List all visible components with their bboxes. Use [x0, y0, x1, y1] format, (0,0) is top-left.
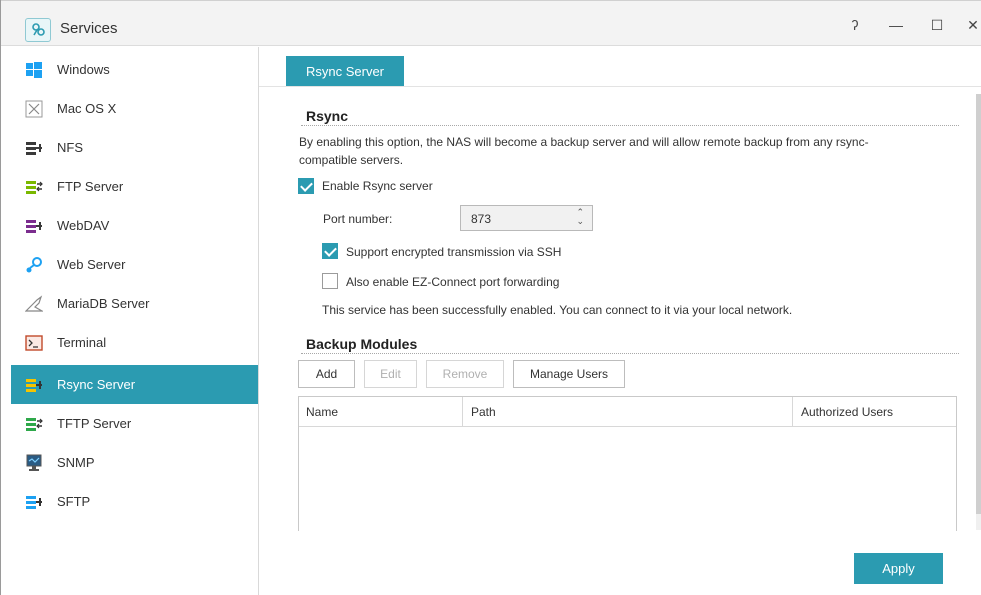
- sidebar: Windows Mac OS X NFS FTP Server WebDAV W…: [11, 47, 259, 595]
- backup-section-divider: [301, 353, 959, 354]
- column-header-path[interactable]: Path: [471, 405, 496, 419]
- sidebar-item-snmp[interactable]: SNMP: [11, 443, 258, 482]
- ssh-encryption-checkbox[interactable]: [322, 243, 338, 259]
- webdav-icon: [25, 217, 43, 235]
- mariadb-icon: [25, 295, 43, 313]
- sidebar-item-rsync-server[interactable]: Rsync Server: [11, 365, 258, 404]
- rsync-icon: [25, 376, 43, 394]
- rsync-description-line2: compatible servers.: [299, 153, 404, 167]
- remove-button[interactable]: Remove: [426, 360, 504, 388]
- column-separator: [792, 397, 793, 427]
- tftp-icon: [25, 415, 43, 433]
- table-header: Name Path Authorized Users: [299, 397, 956, 427]
- snmp-icon: [25, 454, 43, 472]
- sidebar-item-label: NFS: [57, 140, 83, 155]
- sidebar-item-nfs[interactable]: NFS: [11, 128, 258, 167]
- sidebar-item-sftp[interactable]: SFTP: [11, 482, 258, 521]
- sidebar-item-webdav[interactable]: WebDAV: [11, 206, 258, 245]
- sftp-icon: [25, 493, 43, 511]
- sidebar-item-terminal[interactable]: Terminal: [11, 323, 258, 362]
- tab-divider: [259, 86, 981, 87]
- web-server-icon: [25, 256, 43, 274]
- window-title: Services: [60, 20, 118, 37]
- tab-rsync-server[interactable]: Rsync Server: [286, 56, 404, 87]
- sidebar-item-ftp-server[interactable]: FTP Server: [11, 167, 258, 206]
- sidebar-item-mac-os-x[interactable]: Mac OS X: [11, 89, 258, 128]
- ez-connect-checkbox[interactable]: [322, 273, 338, 289]
- column-header-name[interactable]: Name: [306, 405, 338, 419]
- sidebar-item-label: Web Server: [57, 257, 126, 272]
- sidebar-item-web-server[interactable]: Web Server: [11, 245, 258, 284]
- rsync-description-line1: By enabling this option, the NAS will be…: [299, 135, 869, 149]
- sidebar-item-label: TFTP Server: [57, 416, 132, 431]
- sidebar-item-label: Mac OS X: [57, 101, 117, 116]
- mac-x-icon: [25, 100, 43, 118]
- sidebar-item-label: Rsync Server: [57, 377, 136, 392]
- nfs-icon: [25, 139, 43, 157]
- edit-button[interactable]: Edit: [364, 360, 417, 388]
- sidebar-item-label: Windows: [57, 62, 110, 77]
- port-number-label: Port number:: [323, 212, 393, 226]
- sidebar-item-windows[interactable]: Windows: [11, 50, 258, 89]
- services-app-icon: [25, 18, 51, 42]
- title-bar: Services ʔ — ☐ ✕: [1, 0, 981, 46]
- sidebar-item-label: Terminal: [57, 335, 107, 350]
- enable-rsync-checkbox[interactable]: [298, 178, 314, 194]
- scrollbar-thumb[interactable]: [976, 94, 981, 514]
- manage-users-button[interactable]: Manage Users: [513, 360, 625, 388]
- column-separator: [462, 397, 463, 427]
- port-number-value: 873: [471, 212, 492, 226]
- close-button[interactable]: ✕: [959, 12, 981, 38]
- sidebar-item-label: SNMP: [57, 455, 95, 470]
- sidebar-item-label: SFTP: [57, 494, 91, 509]
- ssh-encryption-label: Support encrypted transmission via SSH: [346, 245, 562, 259]
- sidebar-item-label: WebDAV: [57, 218, 110, 233]
- sidebar-item-mariadb-server[interactable]: MariaDB Server: [11, 284, 258, 323]
- apply-button[interactable]: Apply: [854, 553, 943, 584]
- enable-rsync-label: Enable Rsync server: [322, 179, 433, 193]
- backup-modules-table: Name Path Authorized Users: [298, 396, 957, 531]
- services-window: Services ʔ — ☐ ✕ Windows Mac OS X NFS FT…: [0, 0, 981, 595]
- help-button[interactable]: ʔ: [841, 12, 869, 38]
- maximize-button[interactable]: ☐: [923, 12, 951, 38]
- port-number-stepper[interactable]: 873 ⌃ ⌄: [460, 205, 593, 231]
- column-header-authorized-users[interactable]: Authorized Users: [801, 405, 893, 419]
- backup-modules-title: Backup Modules: [306, 336, 418, 352]
- rsync-section-title: Rsync: [306, 108, 349, 124]
- add-button[interactable]: Add: [298, 360, 355, 388]
- spin-arrows-icon[interactable]: ⌃ ⌄: [576, 208, 584, 226]
- terminal-icon: [25, 334, 43, 352]
- rsync-section-divider: [301, 125, 959, 126]
- minimize-button[interactable]: —: [882, 12, 910, 38]
- sidebar-item-label: FTP Server: [57, 179, 124, 194]
- sidebar-item-tftp-server[interactable]: TFTP Server: [11, 404, 258, 443]
- ftp-icon: [25, 178, 43, 196]
- windows-icon: [25, 61, 43, 79]
- ez-connect-label: Also enable EZ-Connect port forwarding: [346, 275, 560, 289]
- sidebar-item-label: MariaDB Server: [57, 296, 150, 311]
- service-status-text: This service has been successfully enabl…: [322, 303, 793, 317]
